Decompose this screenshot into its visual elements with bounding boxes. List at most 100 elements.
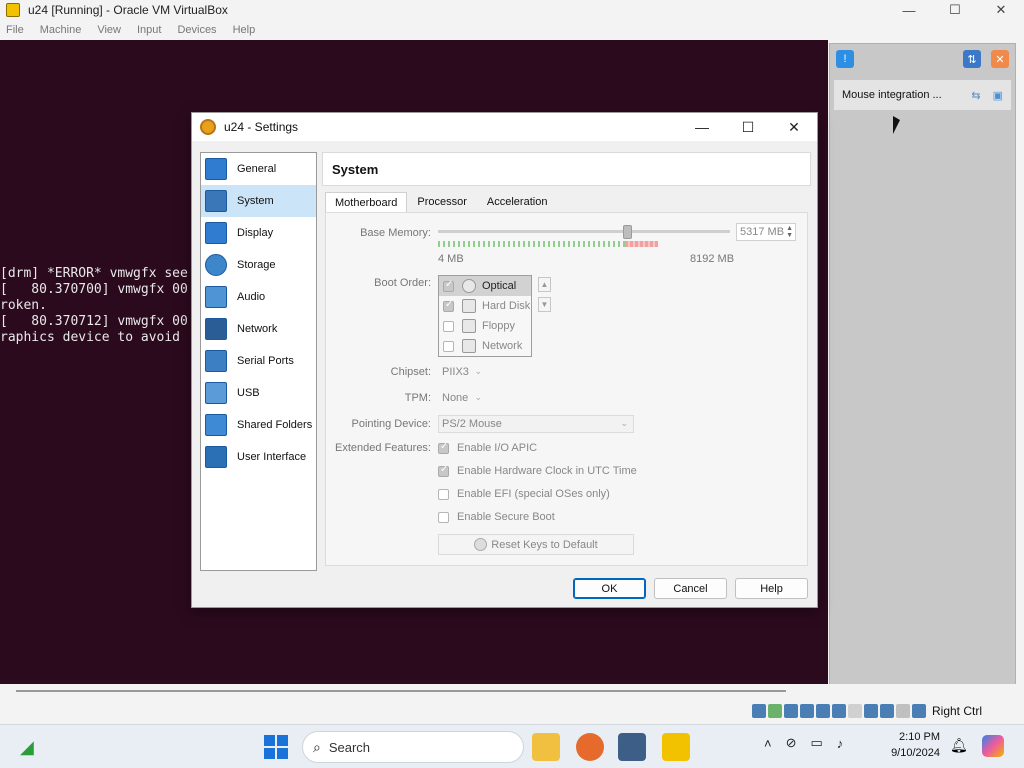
nav-item-user-interface[interactable]: User Interface	[201, 441, 316, 473]
boot-order-move-buttons: ▲ ▼	[538, 277, 551, 317]
menu-devices[interactable]: Devices	[177, 24, 216, 36]
chevron-down-icon: ⌄	[474, 392, 482, 402]
notifications-bell-icon[interactable]: 🔔︎	[950, 737, 968, 754]
boot-item-network[interactable]: Network	[439, 336, 531, 356]
display-status-icon[interactable]	[848, 704, 862, 718]
utc-clock-checkbox[interactable]	[438, 464, 449, 477]
tab-processor[interactable]: Processor	[407, 192, 477, 212]
menu-help[interactable]: Help	[233, 24, 256, 36]
usb-status-icon[interactable]	[816, 704, 830, 718]
virtualbox-taskbar-icon[interactable]	[618, 733, 646, 761]
feature-secure-boot[interactable]: Enable Secure Boot	[438, 511, 555, 523]
ok-button[interactable]: OK	[573, 578, 646, 599]
move-up-arrow-icon[interactable]: ▲	[538, 277, 551, 292]
network-boot-icon	[462, 339, 476, 353]
menu-input[interactable]: Input	[137, 24, 161, 36]
pointing-device-select[interactable]: PS/2 Mouse ⌄	[438, 415, 634, 433]
base-memory-spinbox[interactable]: 5317 MB ▲ ▼	[736, 223, 796, 241]
cancel-button[interactable]: Cancel	[654, 578, 727, 599]
nav-item-serial-ports[interactable]: Serial Ports	[201, 345, 316, 377]
settings-dialog: u24 - Settings — ☐ ✕ General System Disp…	[191, 112, 818, 608]
sort-notifications-icon[interactable]: ⇅	[963, 50, 981, 68]
start-button[interactable]	[264, 735, 288, 759]
horizontal-scrollbar[interactable]	[16, 690, 786, 692]
host-close-button[interactable]: ✕	[978, 0, 1024, 20]
tab-acceleration[interactable]: Acceleration	[477, 192, 558, 212]
optical-disc-icon	[462, 279, 476, 293]
nav-item-usb[interactable]: USB	[201, 377, 316, 409]
efi-checkbox[interactable]	[438, 488, 449, 500]
feature-utc-clock[interactable]: Enable Hardware Clock in UTC Time	[438, 464, 637, 477]
chipset-select[interactable]: PIIX3 ⌄	[438, 363, 488, 381]
spin-arrows-icon[interactable]: ▲ ▼	[786, 225, 793, 239]
widgets-icon[interactable]: ◢	[20, 737, 44, 757]
nav-item-network[interactable]: Network	[201, 313, 316, 345]
recording-status-icon[interactable]	[864, 704, 878, 718]
nav-item-system[interactable]: System	[201, 185, 316, 217]
boot-item-hard-disk[interactable]: Hard Disk	[439, 296, 531, 316]
cpu-status-icon[interactable]	[880, 704, 894, 718]
tray-display-icon[interactable]: ▭	[811, 735, 823, 751]
boot-item-label: Network	[482, 340, 523, 352]
boot-order-list: Optical Hard Disk Floppy Network	[438, 275, 532, 357]
feature-efi[interactable]: Enable EFI (special OSes only)	[438, 488, 610, 500]
nav-item-display[interactable]: Display	[201, 217, 316, 249]
file-explorer-icon[interactable]	[532, 733, 560, 761]
menu-machine[interactable]: Machine	[40, 24, 82, 36]
nav-item-shared-folders[interactable]: Shared Folders	[201, 409, 316, 441]
menu-file[interactable]: File	[6, 24, 24, 36]
keyboard-capture-icon[interactable]	[912, 704, 926, 718]
host-statusbar: Right Ctrl	[0, 684, 1024, 724]
boot-item-optical[interactable]: Optical	[439, 276, 531, 296]
nav-item-storage[interactable]: Storage	[201, 249, 316, 281]
nav-item-audio[interactable]: Audio	[201, 281, 316, 313]
settings-category-list: General System Display Storage Audio Net…	[200, 152, 317, 571]
shared-folders-status-icon[interactable]	[832, 704, 846, 718]
firefox-icon[interactable]	[576, 733, 604, 761]
reset-keys-button[interactable]: Reset Keys to Default	[438, 534, 634, 555]
pointing-device-label: Pointing Device:	[351, 418, 432, 430]
tpm-select[interactable]: None ⌄	[438, 389, 488, 407]
menu-view[interactable]: View	[97, 24, 121, 36]
base-memory-slider-track[interactable]	[438, 230, 730, 233]
boot-hard-disk-checkbox[interactable]	[443, 299, 454, 312]
mouse-integration-status-icon[interactable]	[896, 704, 910, 718]
hard-disk-activity-icon[interactable]	[752, 704, 766, 718]
move-down-arrow-icon[interactable]: ▼	[538, 297, 551, 312]
help-button[interactable]: Help	[735, 578, 808, 599]
host-maximize-button[interactable]: ☐	[932, 0, 978, 20]
tray-speaker-icon[interactable]: ♪	[837, 736, 844, 751]
notification-mouse-integration[interactable]: Mouse integration ... ⇆ ▣	[834, 80, 1011, 110]
copilot-icon[interactable]	[982, 735, 1004, 757]
optical-drive-icon[interactable]	[768, 704, 782, 718]
secure-boot-checkbox[interactable]	[438, 511, 449, 523]
taskbar-search-box[interactable]: ⌕ Search	[302, 731, 524, 763]
notification-toggle-icon[interactable]: ⇆	[971, 89, 980, 102]
feature-label: Enable Hardware Clock in UTC Time	[457, 465, 637, 477]
boot-optical-checkbox[interactable]	[443, 279, 454, 292]
dialog-close-button[interactable]: ✕	[771, 113, 817, 141]
feature-io-apic[interactable]: Enable I/O APIC	[438, 441, 537, 454]
nav-item-general[interactable]: General	[201, 153, 316, 185]
virtualbox-vm-taskbar-icon[interactable]	[662, 733, 690, 761]
notification-close-icon[interactable]: ▣	[993, 89, 1003, 102]
boot-network-checkbox[interactable]	[443, 340, 454, 352]
vm-console-output: [drm] *ERROR* vmwgfx see[ 80.370700] vmw…	[0, 266, 188, 346]
boot-floppy-checkbox[interactable]	[443, 320, 454, 332]
show-hidden-icons-chevron-icon[interactable]: ˄	[764, 736, 772, 751]
base-memory-slider-handle[interactable]	[623, 225, 633, 239]
taskbar-clock[interactable]: 2:10 PM 9/10/2024	[880, 729, 940, 761]
virtualbox-app-icon	[6, 3, 20, 17]
tab-motherboard[interactable]: Motherboard	[325, 192, 408, 212]
boot-item-floppy[interactable]: Floppy	[439, 316, 531, 336]
host-minimize-button[interactable]: —	[886, 0, 932, 20]
dialog-maximize-button[interactable]: ☐	[725, 113, 771, 141]
io-apic-checkbox[interactable]	[438, 441, 449, 454]
dialog-minimize-button[interactable]: —	[679, 113, 725, 141]
notification-center-icon[interactable]: !	[836, 50, 854, 68]
tray-network-icon[interactable]: ⊘	[786, 735, 797, 751]
network-status-icon[interactable]	[800, 704, 814, 718]
audio-status-icon[interactable]	[784, 704, 798, 718]
dismiss-all-icon[interactable]: ✕	[991, 50, 1009, 68]
settings-content: System Motherboard Processor Acceleratio…	[322, 152, 811, 571]
